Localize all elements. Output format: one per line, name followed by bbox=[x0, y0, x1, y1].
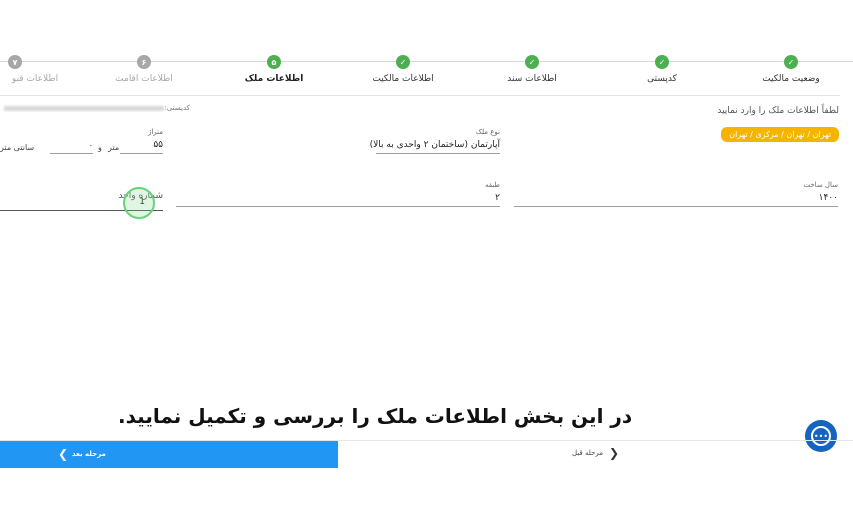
and-text: و bbox=[98, 143, 102, 152]
step-number-icon: ۵ bbox=[267, 55, 281, 69]
progress-stepper: ✓ وضعیت مالکیت ✓ کدپستی ✓ اطلاعات سند ✓ … bbox=[0, 50, 853, 94]
step-residence-info[interactable]: ۶ اطلاعات اقامت bbox=[84, 50, 204, 84]
property-type-label: نوع ملک bbox=[475, 128, 500, 136]
centimeter-unit: سانتی متر bbox=[0, 143, 35, 152]
step-label: اطلاعات قبو bbox=[11, 74, 59, 84]
meter-unit: متر bbox=[108, 143, 120, 152]
floor-field[interactable]: طبقه ۲ bbox=[176, 181, 500, 207]
step-ownership-info[interactable]: ✓ اطلاعات مالکیت bbox=[343, 50, 463, 84]
chevron-right-icon: ❯ bbox=[609, 446, 620, 460]
chat-icon: ••• bbox=[811, 426, 831, 446]
chat-support-button[interactable]: ••• bbox=[805, 420, 837, 452]
area-field[interactable]: متراژ ۵۵ bbox=[120, 128, 163, 154]
check-icon: ✓ bbox=[525, 55, 539, 69]
floor-input[interactable]: ۲ bbox=[176, 193, 500, 207]
previous-step-label: مرحله قبل bbox=[572, 449, 603, 457]
step-postal-code[interactable]: ✓ کدپستی bbox=[602, 50, 722, 84]
step-label: اطلاعات ملک bbox=[244, 74, 304, 84]
property-type-select[interactable]: آپارتمان (ساختمان ۲ واحدی به بالا) bbox=[370, 140, 500, 154]
step-ownership-status[interactable]: ✓ وضعیت مالکیت bbox=[731, 50, 851, 84]
area-input[interactable]: ۵۵ bbox=[120, 140, 163, 154]
build-year-field[interactable]: سال ساخت ۱۴۰۰ bbox=[514, 181, 838, 207]
stepper-divider bbox=[0, 95, 840, 96]
step-contract-info[interactable]: ۷ اطلاعات قبو bbox=[0, 50, 75, 84]
check-icon: ✓ bbox=[396, 55, 410, 69]
check-icon: ✓ bbox=[784, 55, 798, 69]
step-label: اطلاعات اقامت bbox=[115, 74, 173, 84]
check-icon: ✓ bbox=[655, 55, 669, 69]
property-type-field[interactable]: نوع ملک آپارتمان (ساختمان ۲ واحدی به بال… bbox=[370, 128, 500, 154]
tutorial-caption: در این بخش اطلاعات ملک را بررسی و تکمیل … bbox=[118, 404, 633, 428]
build-year-input[interactable]: ۱۴۰۰ bbox=[514, 193, 838, 207]
intro-text: لطفاً اطلاعات ملک را وارد نمایید bbox=[717, 106, 839, 116]
postal-code-label: کدپستی: bbox=[164, 104, 190, 112]
area-cm-input[interactable]: ۰ bbox=[50, 141, 93, 154]
step-number-icon: ۶ bbox=[137, 55, 151, 69]
step-label: اطلاعات سند bbox=[507, 74, 557, 84]
click-indicator bbox=[123, 187, 155, 219]
step-label: کدپستی bbox=[647, 74, 677, 84]
postal-code-value-blurred bbox=[4, 105, 165, 111]
build-year-label: سال ساخت bbox=[803, 181, 838, 189]
floor-label: طبقه bbox=[485, 181, 500, 189]
step-property-info[interactable]: ۵ اطلاعات ملک bbox=[214, 50, 334, 84]
previous-step-button[interactable]: مرحله قبل ❯ bbox=[572, 446, 619, 460]
chevron-left-icon: ❮ bbox=[58, 447, 69, 461]
postal-code-display: کدپستی: bbox=[0, 104, 190, 112]
step-label: اطلاعات مالکیت bbox=[372, 74, 434, 84]
next-step-button[interactable]: ❮ مرحله بعد bbox=[0, 441, 338, 468]
area-cm-field[interactable]: ۰ bbox=[50, 137, 93, 154]
step-number-icon: ۷ bbox=[8, 55, 22, 69]
location-badge: تهران / تهران / مرکزی / تهران bbox=[721, 127, 839, 142]
area-label: متراژ bbox=[147, 128, 163, 136]
next-step-label: مرحله بعد bbox=[72, 450, 106, 458]
step-deed-info[interactable]: ✓ اطلاعات سند bbox=[472, 50, 592, 84]
step-label: وضعیت مالکیت bbox=[762, 74, 820, 84]
